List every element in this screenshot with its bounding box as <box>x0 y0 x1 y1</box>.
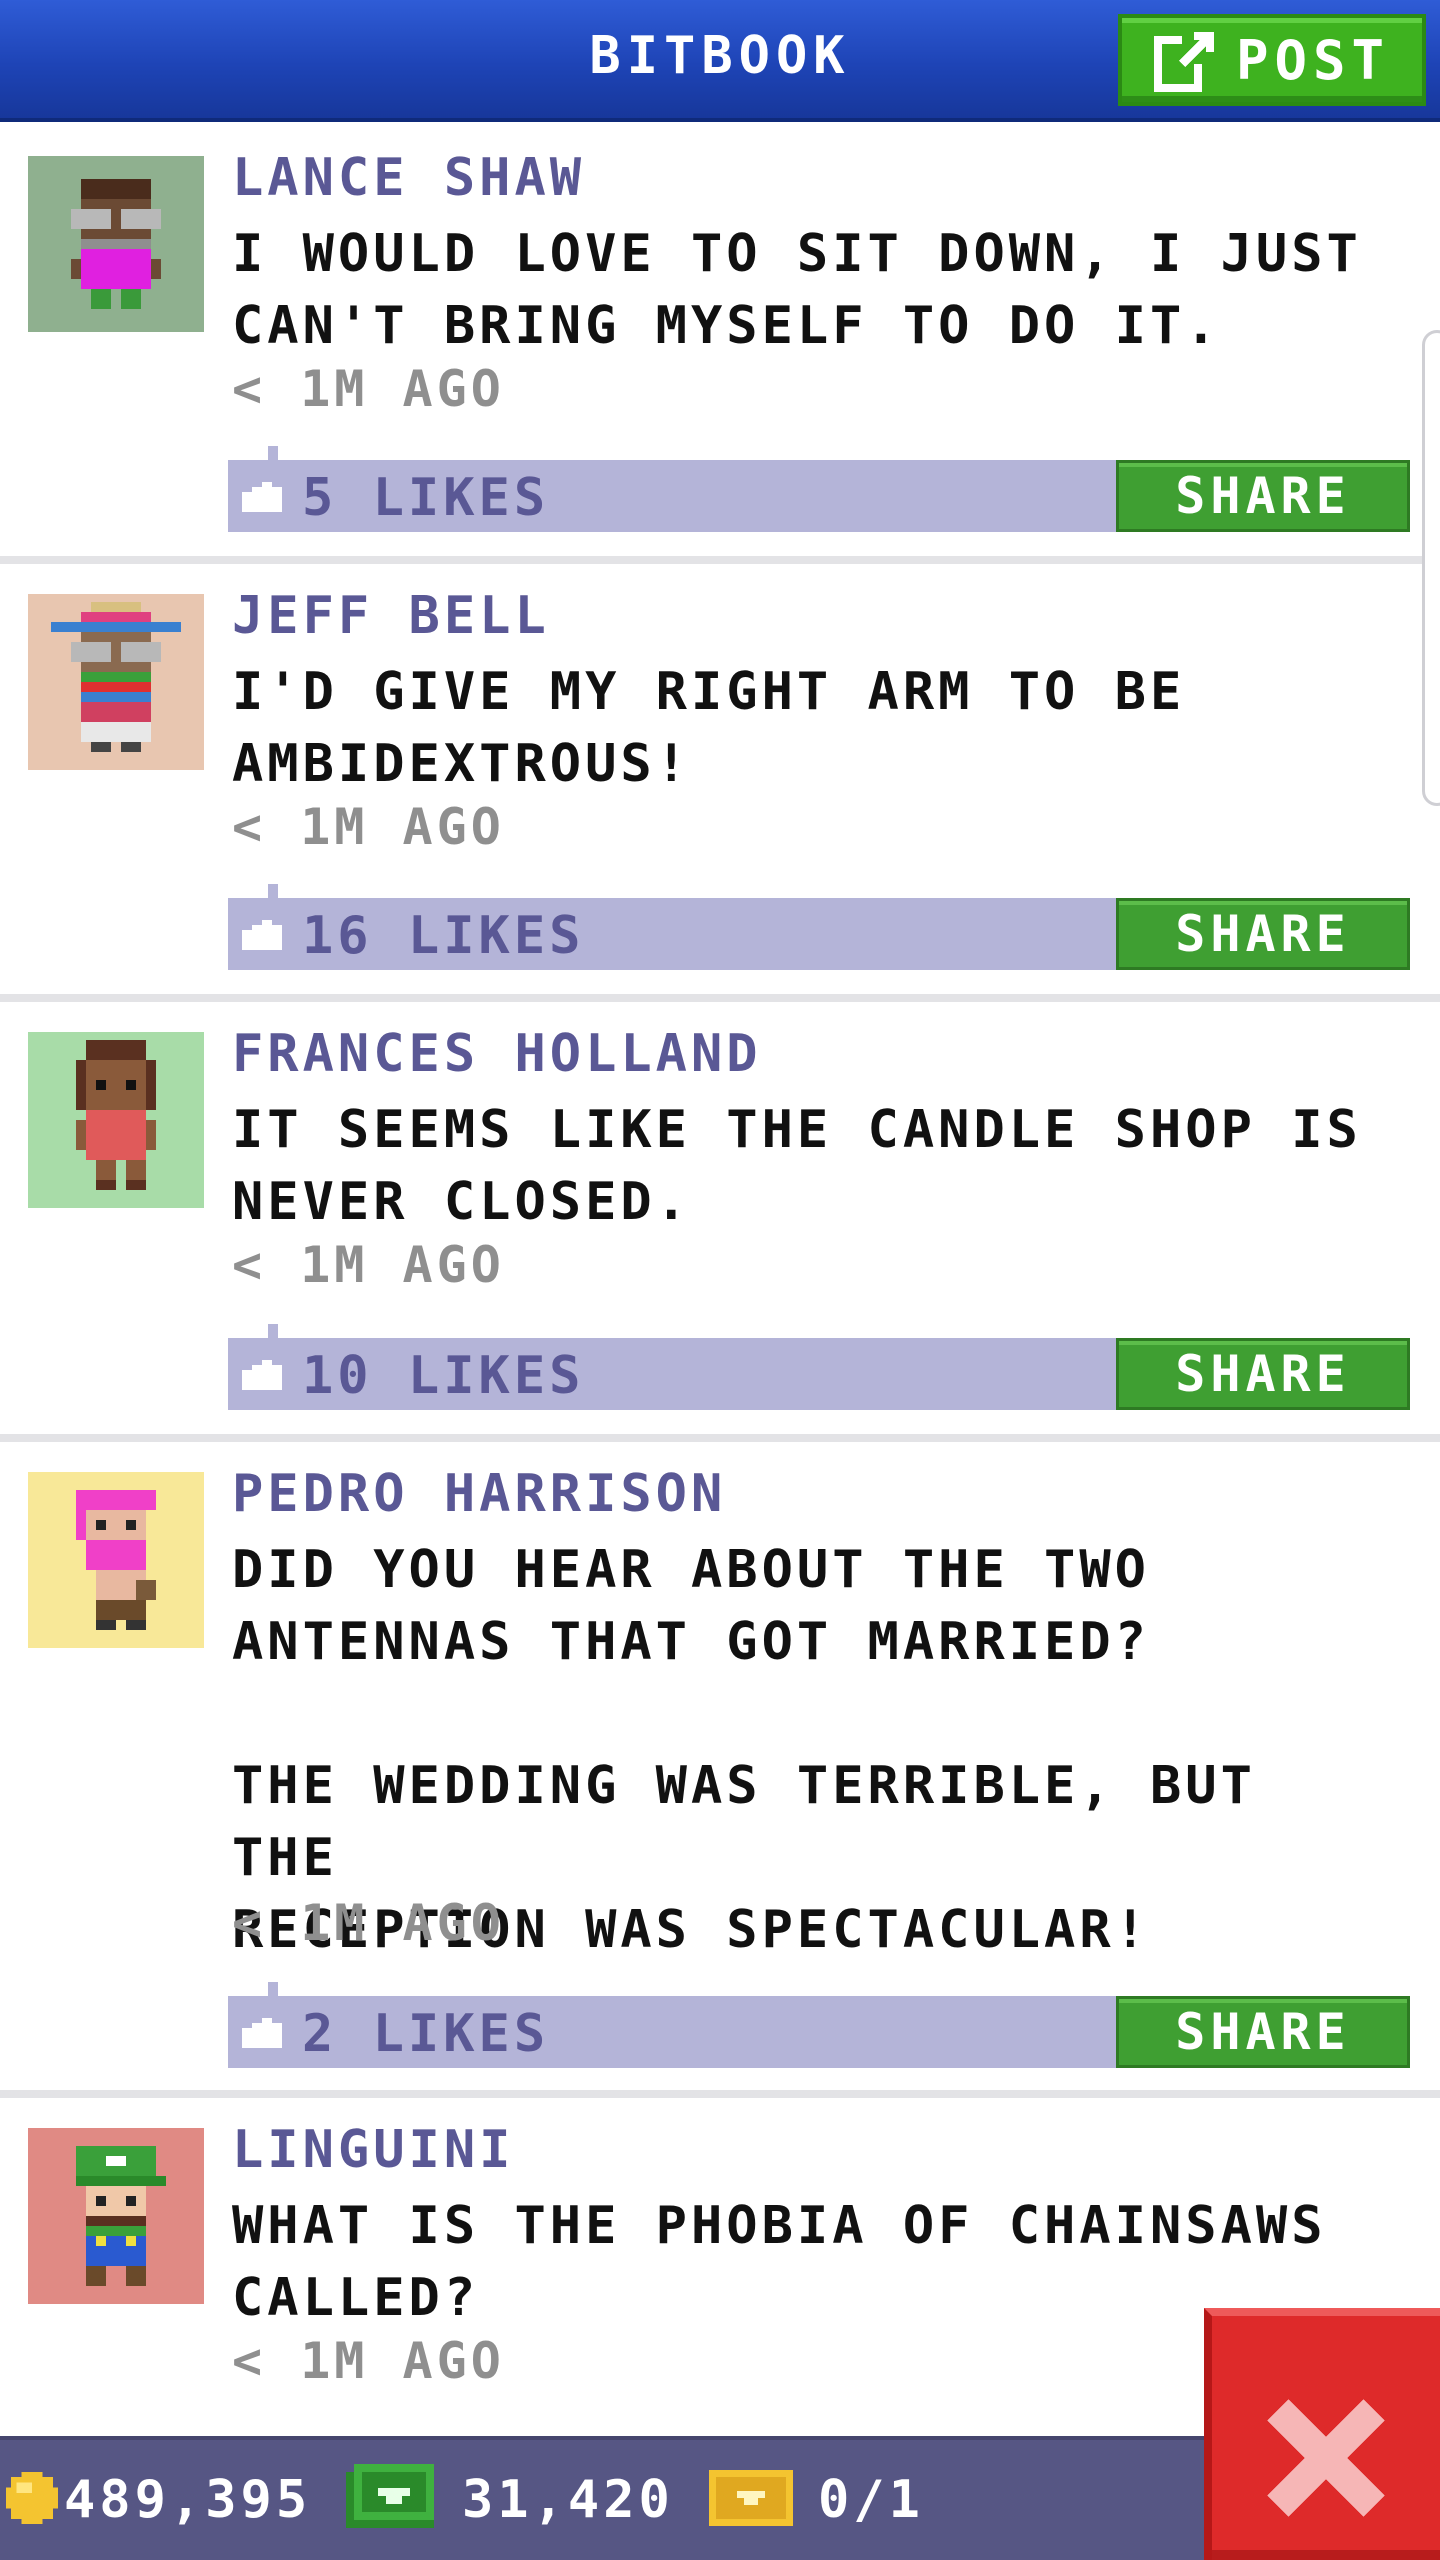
avatar <box>28 1032 204 1208</box>
post-author[interactable]: LANCE SHAW <box>232 148 585 208</box>
share-button[interactable]: SHARE <box>1116 460 1410 532</box>
post-author[interactable]: JEFF BELL <box>232 586 550 646</box>
thumbs-up-icon <box>242 2018 282 2048</box>
likes-count[interactable]: 16 LIKES <box>302 906 584 966</box>
thumbs-up-icon <box>242 920 282 950</box>
share-button[interactable]: SHARE <box>1116 1338 1410 1410</box>
post-author[interactable]: PEDRO HARRISON <box>232 1464 726 1524</box>
likes-bar: 10 LIKES SHARE <box>228 1324 1410 1410</box>
likes-bar: 2 LIKES SHARE <box>228 1982 1410 2068</box>
post-time: < 1M AGO <box>232 1236 505 1294</box>
post-author[interactable]: FRANCES HOLLAND <box>232 1024 762 1084</box>
feed-post: JEFF BELL I'D GIVE MY RIGHT ARM TO BE AM… <box>0 564 1440 1002</box>
avatar <box>28 594 204 770</box>
post-time: < 1M AGO <box>232 798 505 856</box>
post-time: < 1M AGO <box>232 2332 505 2390</box>
header-bar: BITBOOK POST <box>0 0 1440 122</box>
ticket-icon <box>709 2470 793 2526</box>
likes-bar: 5 LIKES SHARE <box>228 446 1410 532</box>
feed-post: PEDRO HARRISON DID YOU HEAR ABOUT THE TW… <box>0 1442 1440 2098</box>
avatar <box>28 2128 204 2304</box>
close-button[interactable] <box>1204 2308 1440 2560</box>
share-button[interactable]: SHARE <box>1116 898 1410 970</box>
post-author[interactable]: LINGUINI <box>232 2120 514 2180</box>
coin-icon <box>6 2472 58 2524</box>
avatar <box>28 1472 204 1648</box>
vip-count: 0/1 <box>818 2470 924 2530</box>
cash-icon <box>346 2464 434 2528</box>
feed-post: LANCE SHAW I WOULD LOVE TO SIT DOWN, I J… <box>0 126 1440 564</box>
post-text: I WOULD LOVE TO SIT DOWN, I JUST CAN'T B… <box>232 224 1362 356</box>
post-button[interactable]: POST <box>1118 14 1426 106</box>
edit-icon <box>1153 32 1214 92</box>
post-time: < 1M AGO <box>232 1894 505 1952</box>
share-button[interactable]: SHARE <box>1116 1996 1410 2068</box>
thumbs-up-icon <box>242 482 282 512</box>
post-label: POST <box>1235 28 1391 92</box>
likes-count[interactable]: 2 LIKES <box>302 2004 549 2064</box>
thumbs-up-icon <box>242 1360 282 1390</box>
post-time: < 1M AGO <box>232 360 505 418</box>
post-text: I'D GIVE MY RIGHT ARM TO BE AMBIDEXTROUS… <box>232 662 1186 794</box>
feed-post: FRANCES HOLLAND IT SEEMS LIKE THE CANDLE… <box>0 1002 1440 1442</box>
close-icon <box>1267 2399 1385 2517</box>
likes-count[interactable]: 5 LIKES <box>302 468 549 528</box>
bux-count: 31,420 <box>462 2470 674 2530</box>
likes-bar: 16 LIKES SHARE <box>228 884 1410 970</box>
post-text: IT SEEMS LIKE THE CANDLE SHOP IS NEVER C… <box>232 1100 1362 1232</box>
avatar <box>28 156 204 332</box>
scroll-indicator[interactable] <box>1422 330 1440 806</box>
likes-count[interactable]: 10 LIKES <box>302 1346 584 1406</box>
coin-count: 489,395 <box>64 2470 312 2530</box>
